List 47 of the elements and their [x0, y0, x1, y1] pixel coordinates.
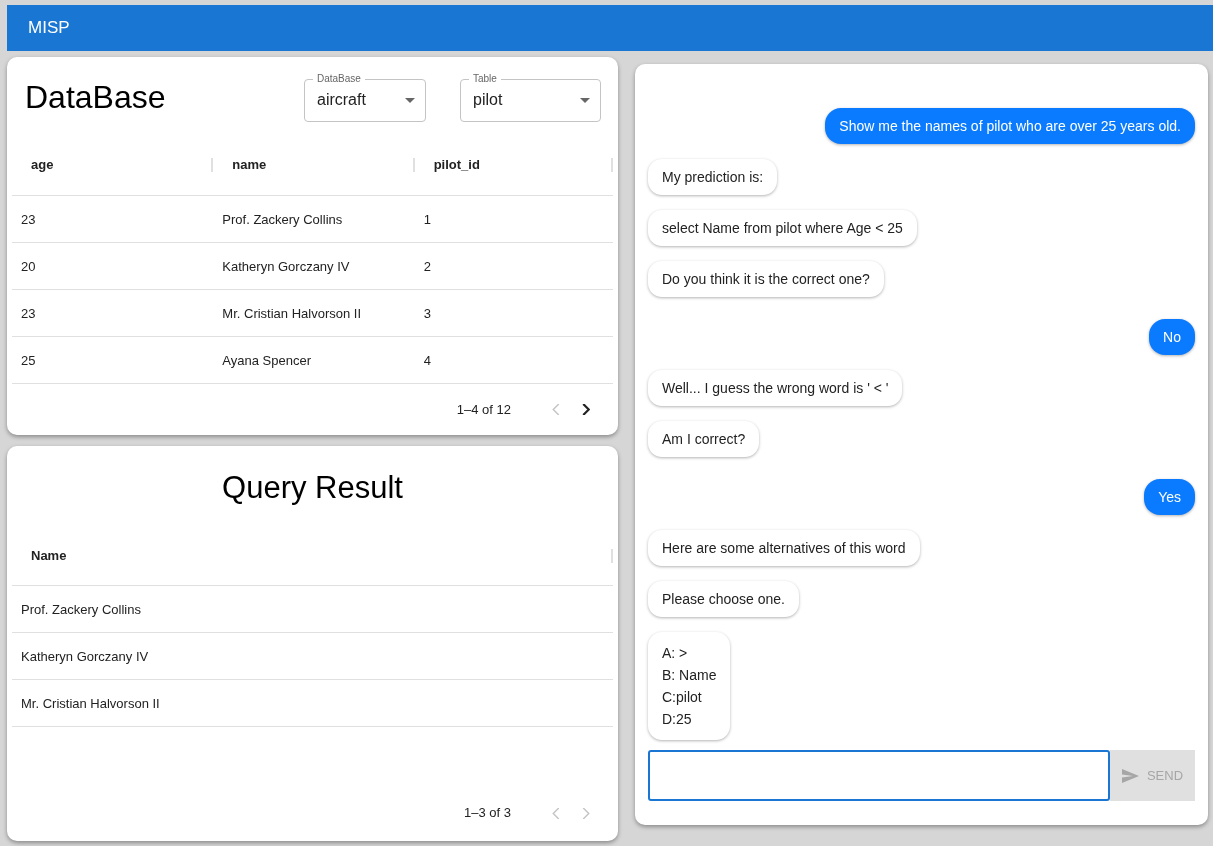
bot-message: Am I correct?: [648, 421, 760, 457]
column-header[interactable]: pilot_id: [414, 155, 611, 175]
table-cell: 20: [21, 258, 36, 274]
bot-message: Please choose one.: [648, 581, 799, 617]
table-cell: Prof. Zackery Collins: [21, 602, 141, 617]
column-header[interactable]: name: [213, 155, 413, 175]
table-cell: 2: [423, 258, 431, 274]
page-range: 1–4 of 12: [456, 400, 511, 419]
message-input[interactable]: [648, 750, 1110, 801]
chevron-right-icon: [582, 807, 590, 819]
field-label: Table: [469, 72, 501, 85]
table-cell: 1: [423, 211, 431, 227]
chevron-left-icon: [552, 403, 560, 415]
table-cell: 23: [21, 211, 36, 227]
app-title: MISP: [28, 17, 70, 40]
bot-message: Here are some alternatives of this word: [648, 530, 920, 566]
table-cell: Ayana Spencer: [222, 352, 311, 368]
table-cell: Prof. Zackery Collins: [222, 211, 343, 227]
chevron-left-icon: [552, 807, 560, 819]
column-header[interactable]: Name: [12, 545, 611, 566]
page-range: 1–3 of 3: [464, 804, 511, 823]
table-cell: Mr. Cristian Halvorson II: [222, 305, 362, 321]
table-cell: Mr. Cristian Halvorson II: [21, 696, 160, 711]
column-header[interactable]: age: [12, 155, 212, 175]
dropdown-caret-icon: [580, 97, 590, 103]
field-label: DataBase: [313, 72, 365, 85]
dropdown-caret-icon: [405, 97, 415, 103]
chevron-right-icon: [582, 403, 590, 415]
send-icon: [1121, 768, 1139, 783]
table-cell: Katheryn Gorczany IV: [222, 258, 350, 274]
select-value: aircraft: [317, 90, 367, 111]
bot-message: My prediction is:: [648, 159, 778, 195]
table-cell: 25: [21, 352, 36, 368]
table-cell: 4: [423, 352, 431, 368]
table-cell: 23: [21, 305, 36, 321]
card-title: Query Result: [222, 469, 403, 508]
user-message: No: [1149, 319, 1195, 355]
table-cell: 3: [423, 305, 431, 321]
bot-message: Do you think it is the correct one?: [648, 261, 884, 297]
select-value: pilot: [473, 90, 504, 111]
table-cell: Katheryn Gorczany IV: [21, 649, 149, 664]
bot-message: A: > B: Name C:pilot D:25: [648, 632, 731, 740]
card-title: DataBase: [25, 78, 167, 118]
bot-message: select Name from pilot where Age < 25: [648, 210, 917, 246]
bot-message: Well... I guess the wrong word is ' < ': [648, 370, 903, 406]
user-message: Yes: [1144, 479, 1195, 515]
user-message: Show me the names of pilot who are over 25 years old.: [825, 108, 1195, 144]
